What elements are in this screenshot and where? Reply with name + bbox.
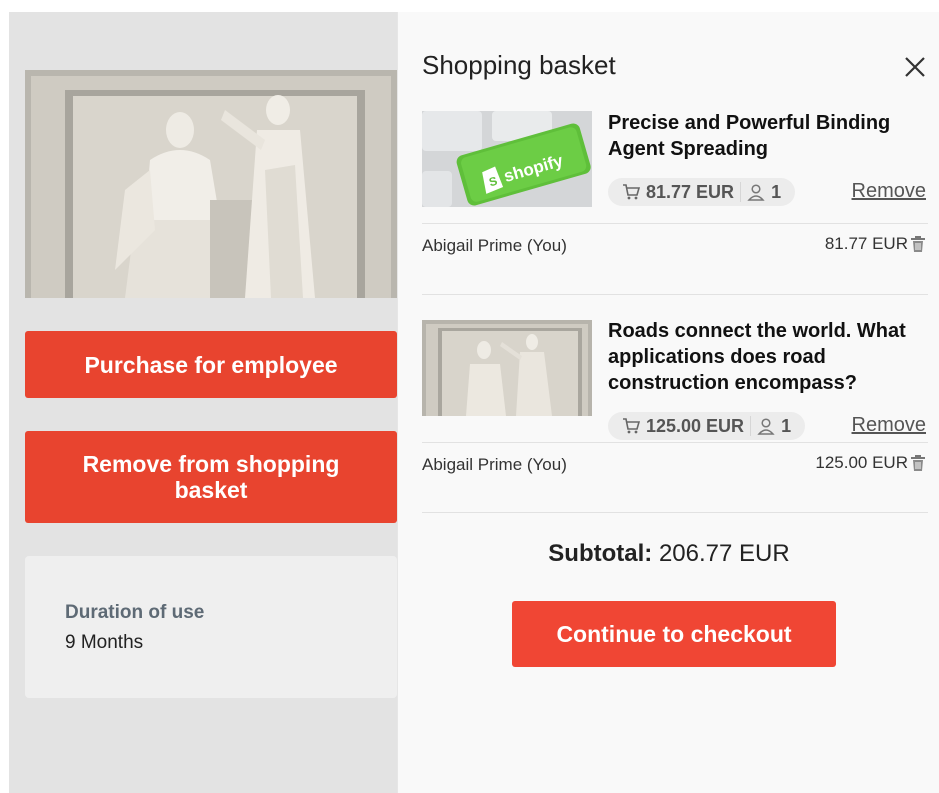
duration-label: Duration of use [65,602,205,623]
remove-item-link[interactable]: Remove [852,180,926,203]
cart-icon [623,418,640,434]
item-quantity: 1 [781,415,792,436]
item-title[interactable]: Precise and Powerful Binding Agent Sprea… [608,110,918,162]
checkout-button-label: Continue to checkout [556,620,792,647]
item-thumbnail[interactable] [422,320,592,416]
item-meta-pill: 81.77 EUR 1 [608,178,796,206]
subtotal-value: 206.77 EUR [658,540,790,567]
remove-item-link[interactable]: Remove [852,414,926,437]
item-owner: Abigail Prime (You) [422,236,567,255]
delete-line-button[interactable] [910,235,926,253]
item-quantity: 1 [771,181,782,202]
product-hero-image [25,70,397,298]
user-icon [747,184,765,201]
item-title[interactable]: Roads connect the world. What applicatio… [608,318,918,396]
duration-value: 9 Months [65,632,144,653]
item-meta-pill: 125.00 EUR 1 [608,412,806,440]
item-line-total: 125.00 EUR [815,453,926,473]
user-icon [757,418,775,435]
divider [422,442,928,443]
remove-button-label: Remove from shopping basket [82,451,340,503]
continue-to-checkout-button[interactable]: Continue to checkout [512,601,836,667]
item-price: 81.77 EUR [646,181,735,202]
item-price: 125.00 EUR [646,415,745,436]
subtotal: Subtotal: 206.77 EUR [398,540,939,568]
item-owner: Abigail Prime (You) [422,455,567,474]
drawer-title: Shopping basket [422,50,616,80]
cart-icon [623,184,640,200]
item-line-total: 81.77 EUR [825,234,926,254]
divider [422,294,928,295]
divider [422,512,928,513]
product-detail-page: Purchase for employee Remove from shoppi… [9,12,397,793]
shopping-basket-drawer: Shopping basket S shopify Precise and Po… [397,12,939,793]
trash-icon [911,455,925,471]
duration-card: Duration of use 9 Months [25,556,397,698]
line-total-value: 81.77 EUR [824,234,908,253]
line-total-value: 125.00 EUR [815,453,908,472]
divider [422,223,928,224]
close-button[interactable] [902,54,928,80]
remove-from-basket-button[interactable]: Remove from shopping basket [25,431,397,523]
purchase-for-employee-button[interactable]: Purchase for employee [25,331,397,398]
trash-icon [911,236,925,252]
item-thumbnail[interactable]: S shopify [422,111,592,207]
purchase-button-label: Purchase for employee [84,351,338,378]
delete-line-button[interactable] [910,454,926,472]
subtotal-label: Subtotal: [548,540,653,567]
close-icon [905,57,925,77]
